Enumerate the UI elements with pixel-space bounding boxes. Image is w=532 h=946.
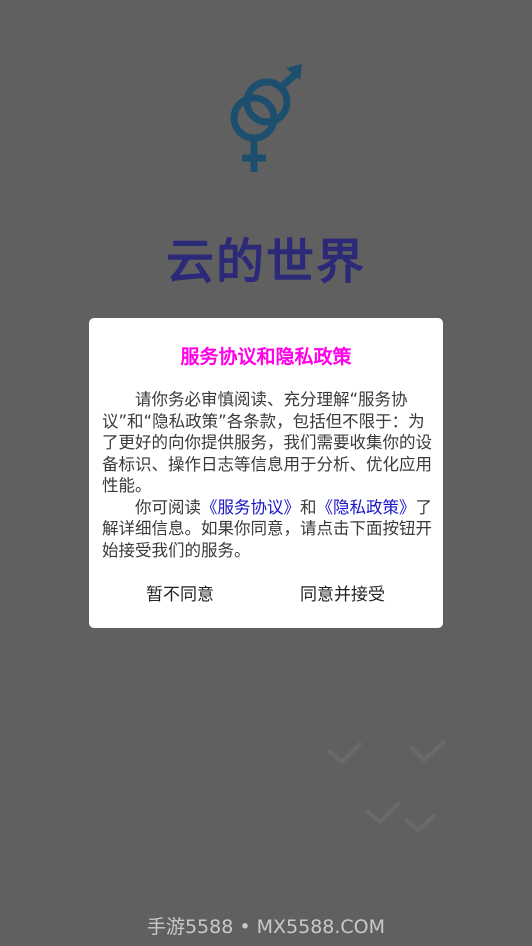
dialog-paragraph-1: 请你务必审慎阅读、充分理解“服务协议”和“隐私政策”各条款，包括但不限于：为了更…	[102, 390, 432, 495]
gender-symbols-logo-icon	[230, 64, 302, 172]
privacy-policy-link[interactable]: 《隐私政策》	[317, 498, 416, 517]
app-name-title: 云的世界	[165, 234, 366, 290]
dialog-paragraph-2: 你可阅读《服务协议》和《隐私政策》了解详细信息。如果你同意，请点击下面按钮开始接…	[102, 497, 432, 562]
watermark-text: 手游5588 • MX5588.COM	[146, 916, 386, 938]
service-agreement-link[interactable]: 《服务协议》	[201, 498, 300, 517]
paragraph2-prefix: 你可阅读	[135, 497, 201, 517]
birds-icon	[328, 740, 446, 833]
agreement-dialog: 服务协议和隐私政策 请你务必审慎阅读、充分理解“服务协议”和“隐私政策”各条款，…	[89, 318, 443, 628]
accept-button[interactable]: 同意并接受	[294, 576, 391, 609]
paragraph2-and: 和	[300, 497, 317, 517]
dialog-body: 请你务必审慎阅读、充分理解“服务协议”和“隐私政策”各条款，包括但不限于：为了更…	[102, 389, 432, 561]
dialog-title: 服务协议和隐私政策	[180, 346, 352, 368]
decline-button[interactable]: 暂不同意	[140, 576, 220, 609]
